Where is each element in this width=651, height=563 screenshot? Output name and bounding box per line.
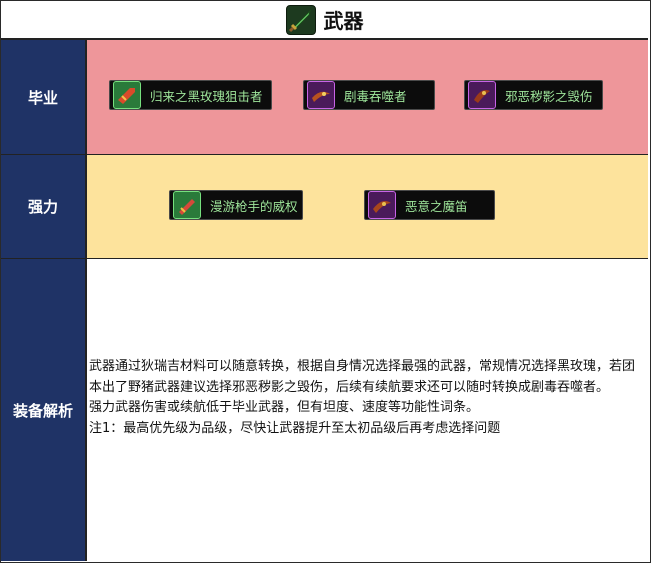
weapon-item[interactable]: 漫游枪手的威权 — [169, 190, 303, 220]
rifle-icon — [113, 81, 141, 109]
analysis-paragraph: 武器通过狄瑞吉材料可以随意转换，根据自身情况选择最强的武器，常规情况选择黑玫瑰，… — [89, 359, 636, 395]
item-name: 恶意之魔笛 — [405, 198, 468, 214]
table-header: 武器 — [1, 1, 648, 40]
row-strong: 强力 漫游枪手的威权 恶意之魔笛 — [1, 155, 648, 259]
row-label: 装备解析 — [1, 259, 87, 561]
weapon-item[interactable]: 邪恶秽影之毁伤 — [464, 80, 603, 110]
claw-weapon-icon — [307, 81, 335, 109]
weapon-item[interactable]: 剧毒吞噬者 — [303, 80, 435, 110]
gun-icon — [173, 191, 201, 219]
analysis-paragraph: 注1：最高优先级为品级，尽快让武器提升至太初品级后再考虑选择问题 — [89, 420, 501, 436]
row-items: 归来之黑玫瑰狙击者 剧毒吞噬者 邪恶秽影之毁伤 — [87, 40, 648, 154]
analysis-cell: 武器通过狄瑞吉材料可以随意转换，根据自身情况选择最强的武器，常规情况选择黑玫瑰，… — [87, 259, 648, 561]
item-name: 剧毒吞噬者 — [344, 88, 407, 104]
claw-weapon-icon — [368, 191, 396, 219]
row-items: 漫游枪手的威权 恶意之魔笛 — [87, 155, 648, 258]
row-label: 强力 — [1, 155, 87, 258]
analysis-text: 武器通过狄瑞吉材料可以随意转换，根据自身情况选择最强的武器，常规情况选择黑玫瑰，… — [89, 357, 641, 439]
row-analysis: 装备解析 武器通过狄瑞吉材料可以随意转换，根据自身情况选择最强的武器，常规情况选… — [1, 259, 648, 561]
item-name: 归来之黑玫瑰狙击者 — [150, 88, 263, 104]
page-title: 武器 — [323, 9, 364, 33]
item-name: 漫游枪手的威权 — [210, 198, 298, 214]
item-name: 邪恶秽影之毁伤 — [505, 88, 593, 104]
row-graduate: 毕业 归来之黑玫瑰狙击者 剧毒吞噬者 邪恶秽影之毁伤 — [1, 40, 648, 155]
weapon-item[interactable]: 归来之黑玫瑰狙击者 — [109, 80, 272, 110]
claw-weapon-icon — [468, 81, 496, 109]
green-dagger-icon — [285, 4, 316, 35]
analysis-paragraph: 强力武器伤害或续航低于毕业武器，但有坦度、速度等功能性词条。 — [89, 400, 480, 415]
row-label: 毕业 — [1, 40, 87, 154]
weapon-item[interactable]: 恶意之魔笛 — [364, 190, 495, 220]
